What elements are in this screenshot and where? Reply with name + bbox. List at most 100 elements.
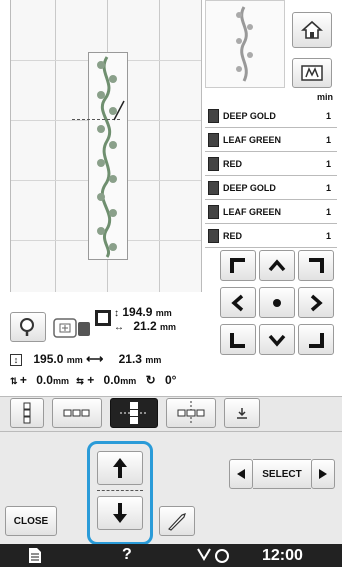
thread-name: RED bbox=[223, 230, 243, 241]
thread-row[interactable]: LEAF GREEN 1 bbox=[205, 200, 337, 224]
home-button[interactable] bbox=[292, 12, 332, 48]
thread-swatch bbox=[208, 180, 219, 195]
thread-row[interactable]: DEEP GOLD 1 bbox=[205, 104, 337, 128]
horizontal-offset-icon: ⇆ bbox=[76, 376, 84, 386]
move-left-button[interactable] bbox=[220, 287, 256, 318]
grid-line bbox=[55, 0, 56, 292]
needle-button[interactable] bbox=[159, 506, 195, 536]
corner-down-left-icon bbox=[230, 332, 245, 348]
total-size: ↕ 195.0 mm ⟷ 21.3 mm bbox=[10, 352, 210, 368]
thread-count: 1 bbox=[325, 134, 331, 145]
thread-count: 1 bbox=[325, 110, 331, 121]
chevron-down-icon bbox=[268, 334, 286, 347]
thread-count: 1 bbox=[325, 182, 331, 193]
arrow-up-icon bbox=[113, 458, 127, 478]
select-label: SELECT bbox=[253, 459, 311, 489]
frame-indicator bbox=[52, 316, 92, 340]
thread-row[interactable]: RED 1 bbox=[205, 224, 337, 248]
pattern-width-unit: mm bbox=[160, 322, 177, 332]
needle-position-icon bbox=[112, 100, 126, 122]
thread-name: LEAF GREEN bbox=[223, 206, 282, 217]
layout-center-vertical-button[interactable] bbox=[110, 398, 158, 428]
thread-swatch bbox=[208, 156, 219, 171]
zoom-button[interactable] bbox=[10, 312, 46, 342]
spacing-increase-button[interactable] bbox=[97, 451, 143, 485]
select-left-icon bbox=[237, 469, 245, 479]
position-x-value: 0.0 bbox=[103, 373, 121, 387]
height-size-icon: ↕ bbox=[10, 353, 22, 366]
thread-row[interactable]: DEEP GOLD 1 bbox=[205, 176, 337, 200]
document-icon[interactable] bbox=[28, 547, 44, 565]
layout-horizontal-button[interactable] bbox=[52, 398, 102, 428]
rotation-value: 0° bbox=[165, 373, 177, 387]
move-up-right-button[interactable] bbox=[298, 250, 334, 281]
frame-icon bbox=[53, 318, 90, 338]
home-icon bbox=[301, 20, 323, 39]
layout-center-horizontal-button[interactable] bbox=[166, 398, 216, 428]
layout-center-vertical-icon bbox=[120, 402, 148, 424]
layout-horizontal-icon bbox=[63, 409, 90, 417]
spacing-decrease-button[interactable] bbox=[97, 496, 143, 530]
total-height-value: 195.0 bbox=[33, 352, 64, 366]
grid-line bbox=[159, 0, 160, 292]
thread-name: DEEP GOLD bbox=[223, 110, 276, 121]
chevron-left-icon bbox=[231, 294, 244, 311]
embroidery-pattern[interactable] bbox=[88, 52, 128, 260]
thread-name: RED bbox=[223, 158, 243, 169]
layout-single-icon bbox=[237, 408, 247, 419]
move-up-left-button[interactable] bbox=[220, 250, 256, 281]
zoom-icon bbox=[20, 318, 34, 336]
move-down-button[interactable] bbox=[259, 324, 295, 355]
select-left-button[interactable] bbox=[229, 459, 253, 489]
corner-up-right-icon bbox=[309, 257, 324, 273]
bobbin-icon bbox=[196, 547, 230, 565]
help-icon[interactable]: ? bbox=[122, 546, 136, 566]
select-right-button[interactable] bbox=[311, 459, 335, 489]
floral-vine-icon bbox=[97, 56, 117, 258]
total-width-unit: mm bbox=[145, 355, 162, 365]
pattern-width-value: 21.2 bbox=[133, 319, 157, 333]
chevron-right-icon bbox=[310, 294, 323, 311]
clock: 12:00 bbox=[262, 547, 303, 564]
thread-count: 1 bbox=[325, 230, 331, 241]
move-down-left-button[interactable] bbox=[220, 324, 256, 355]
embroidery-mode-icon bbox=[301, 65, 323, 81]
center-button[interactable] bbox=[259, 287, 295, 318]
move-down-right-button[interactable] bbox=[298, 324, 334, 355]
width-arrow-icon: ↔ bbox=[114, 322, 124, 333]
center-dot-icon bbox=[273, 298, 281, 307]
pattern-size-icon bbox=[94, 309, 112, 327]
pattern-height-unit: mm bbox=[155, 308, 172, 318]
layout-single-button[interactable] bbox=[224, 398, 260, 428]
position-x-sign: + bbox=[87, 373, 95, 387]
status-bar: ? 12:00 bbox=[0, 544, 342, 567]
thread-swatch bbox=[208, 204, 219, 219]
thread-name: LEAF GREEN bbox=[223, 134, 282, 145]
thread-name: DEEP GOLD bbox=[223, 182, 276, 193]
pattern-height-value: 194.9 bbox=[122, 305, 153, 319]
total-width-value: 21.3 bbox=[118, 352, 142, 366]
thread-swatch bbox=[208, 108, 219, 123]
layout-center-horizontal-icon bbox=[177, 401, 205, 425]
move-up-button[interactable] bbox=[259, 250, 295, 281]
thread-row[interactable]: LEAF GREEN 1 bbox=[205, 128, 337, 152]
needle-icon bbox=[168, 513, 186, 531]
move-right-button[interactable] bbox=[298, 287, 334, 318]
thread-row[interactable]: RED 1 bbox=[205, 152, 337, 176]
pattern-preview-icon bbox=[236, 6, 253, 82]
total-height-unit: mm bbox=[66, 355, 83, 365]
position-info: ⇅ + 0.0mm ⇆ + 0.0mm ↻ 0° bbox=[10, 373, 250, 389]
arrow-down-icon bbox=[113, 503, 127, 523]
close-button[interactable]: CLOSE bbox=[5, 506, 57, 536]
thread-color-list: min DEEP GOLD 1 LEAF GREEN 1 RED 1 DEEP GOL… bbox=[205, 92, 337, 248]
spacing-divider bbox=[97, 490, 143, 491]
embroidery-mode-button[interactable] bbox=[292, 58, 332, 88]
thread-swatch bbox=[208, 228, 219, 243]
close-label: CLOSE bbox=[13, 515, 49, 527]
thread-swatch bbox=[208, 132, 219, 147]
corner-up-left-icon bbox=[230, 257, 245, 273]
layout-vertical-button[interactable] bbox=[10, 398, 44, 428]
chevron-up-icon bbox=[268, 258, 286, 271]
pattern-thumbnail bbox=[205, 0, 285, 88]
embroidery-edit-screen: min DEEP GOLD 1 LEAF GREEN 1 RED 1 DEEP GOL… bbox=[0, 0, 342, 567]
